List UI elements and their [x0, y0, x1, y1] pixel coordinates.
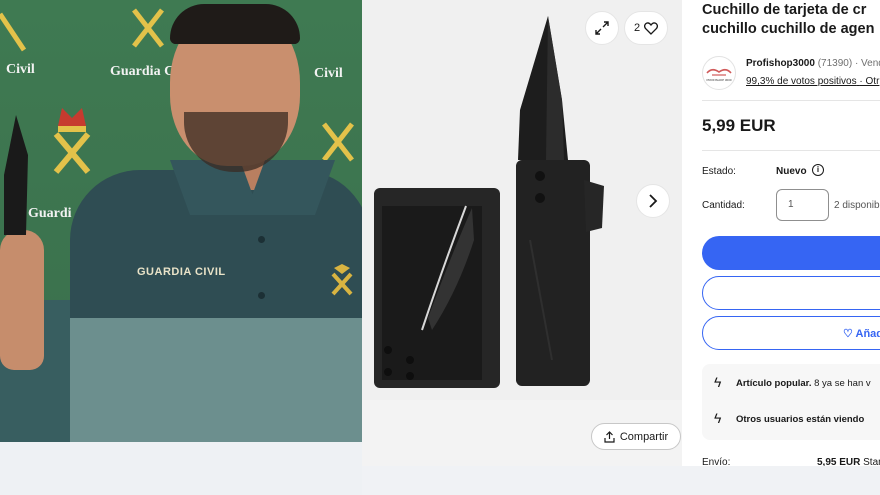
seller-name-row: Profishop3000 (71390) · Vend [746, 58, 880, 69]
notice-watching: Otros usuarios están viendo [736, 414, 865, 425]
page-bottom-strip [362, 466, 880, 495]
notice-popular: Artículo popular. 8 ya se han v [736, 378, 871, 389]
screenshot-root: Civil Guardia C Civil Guardi GUARDIA CIV… [0, 0, 880, 495]
watchlist-label: ♡ Añad [843, 327, 880, 340]
add-to-watchlist-button[interactable]: ♡ Añad [702, 316, 880, 350]
share-button[interactable]: Compartir [591, 423, 681, 450]
seller-logo-text: PROFISHOP 3000 [706, 78, 731, 82]
card-knife-in-hand [4, 115, 28, 235]
seller-other-link[interactable]: · Otr [859, 76, 879, 87]
buy-now-button[interactable] [702, 236, 880, 270]
info-icon[interactable]: i [812, 164, 824, 176]
uniform-lower [70, 318, 362, 442]
uniform-label: GUARDIA CIVIL [137, 266, 226, 278]
wall-text: Guardi [28, 206, 72, 221]
person-hand [0, 230, 44, 370]
seller-feedback-count: (71390) [817, 58, 853, 69]
shirt-button [258, 236, 265, 243]
video-bottom-strip [0, 442, 362, 495]
shirt-button [258, 292, 265, 299]
quantity-label: Cantidad: [702, 200, 745, 211]
quantity-input[interactable]: 1 [776, 189, 829, 221]
shipping-label: Envío: [702, 457, 731, 466]
product-gallery[interactable]: 2 Compartir [362, 0, 682, 466]
heart-icon [644, 21, 659, 35]
add-to-cart-button[interactable] [702, 276, 880, 310]
next-image-button[interactable] [636, 184, 670, 218]
gallery-main-image[interactable]: 2 [362, 0, 682, 400]
listing-title-line: Cuchillo de tarjeta de cr [702, 2, 867, 18]
lightning-icon: ϟ [714, 374, 722, 390]
guardia-civil-crest-icon [0, 12, 27, 52]
seller-rating-row: 99,3% de votos positivos · Otr [746, 76, 879, 87]
wall-text: Civil [6, 62, 35, 77]
expand-image-button[interactable] [585, 11, 619, 45]
wall-text: Guardia C [110, 64, 175, 79]
shipping-value: 5,95 EUR Stan [817, 457, 880, 466]
seller-name-link[interactable]: Profishop3000 [746, 58, 815, 69]
listing-title-line: cuchillo cuchillo de agen [702, 21, 875, 37]
seller-suffix: · Vend [854, 58, 880, 69]
seller-logo[interactable]: PROFISHOP 3000 [702, 56, 736, 90]
popularity-notices: ϟ Artículo popular. 8 ya se han v ϟ Otro… [702, 364, 880, 440]
seller-rating-link[interactable]: 99,3% de votos positivos [746, 76, 857, 87]
share-label: Compartir [619, 430, 669, 443]
lightning-icon: ϟ [714, 410, 722, 426]
person-hair [170, 4, 300, 44]
uniform-badge-icon [331, 264, 353, 296]
guardia-civil-crest-icon [132, 8, 164, 48]
quantity-available: 2 disponib [834, 200, 880, 211]
product-image [374, 16, 604, 388]
share-icon [604, 430, 615, 443]
divider [702, 100, 880, 101]
chevron-right-icon [649, 194, 658, 208]
item-price: 5,99 EUR [702, 116, 776, 135]
handshake-logo-icon: PROFISHOP 3000 [706, 68, 732, 82]
wall-text: Civil [314, 66, 343, 81]
guardia-civil-crest-icon [53, 132, 91, 174]
listing-panel: Cuchillo de tarjeta de cr cuchillo cuchi… [682, 0, 880, 466]
condition-value: Nuevo [776, 166, 807, 177]
favorite-button[interactable]: 2 [624, 11, 668, 45]
condition-label: Estado: [702, 166, 736, 177]
expand-arrows-icon [595, 21, 609, 35]
favorite-count: 2 [633, 22, 641, 34]
listing-title: Cuchillo de tarjeta de cr cuchillo cuchi… [702, 1, 880, 39]
video-frame[interactable]: Civil Guardia C Civil Guardi GUARDIA CIV… [0, 0, 362, 442]
seller-info: PROFISHOP 3000 Profishop3000 (71390) · V… [702, 54, 880, 94]
divider [702, 150, 880, 151]
